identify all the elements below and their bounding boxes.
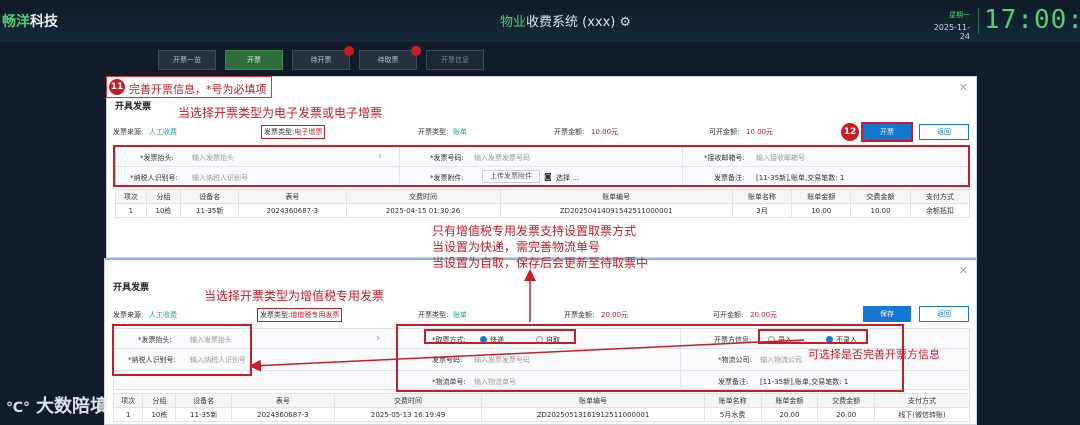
watermark: ℃° 大数陪墳 [6, 392, 108, 418]
annotation-arrows [249, 269, 805, 372]
arrow-left [249, 339, 805, 372]
watermark-text: 大数陪墳 [35, 396, 108, 417]
watermark-logo: ℃° [6, 400, 30, 416]
